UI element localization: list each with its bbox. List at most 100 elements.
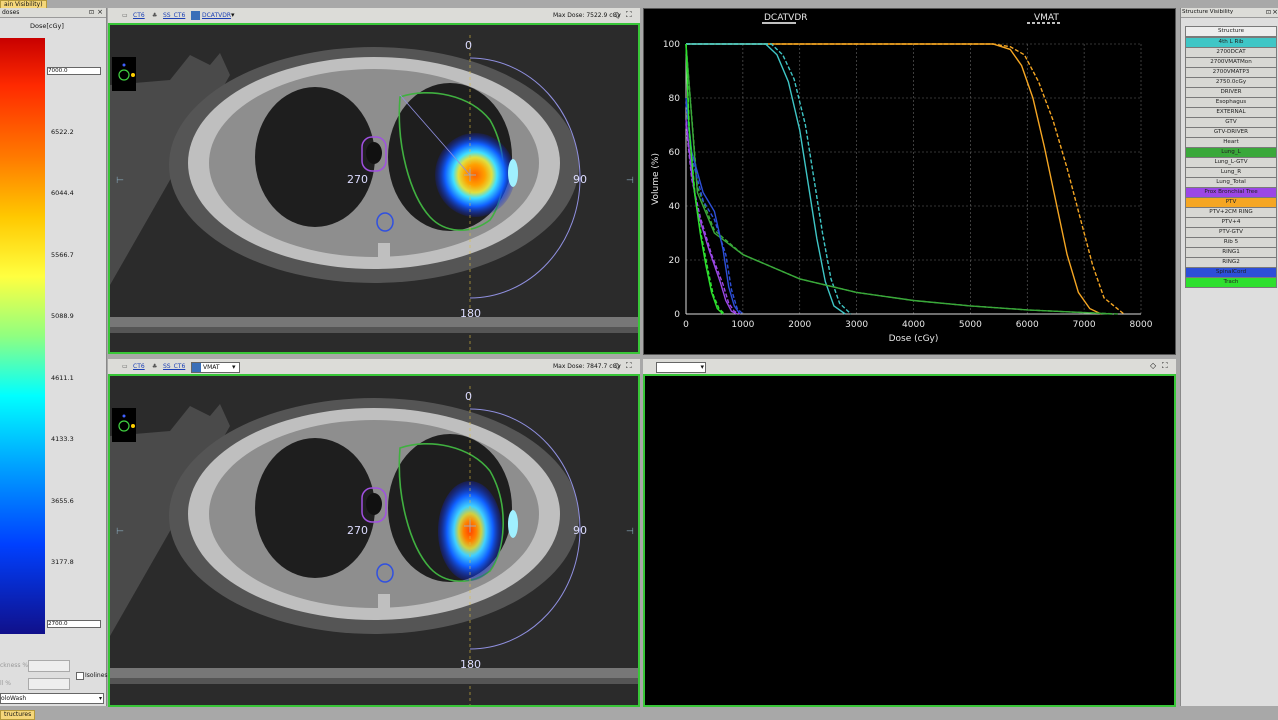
isolines-checkbox[interactable] <box>76 672 84 680</box>
tab-ct6[interactable]: CT6 <box>133 363 145 370</box>
structure-item[interactable]: GTV-DRIVER <box>1185 128 1277 138</box>
structure-item[interactable]: 2700VMATMon <box>1185 58 1277 68</box>
x-tick-label: 1000 <box>731 320 754 330</box>
dose-icon <box>192 363 201 372</box>
svg-text:⊣: ⊣ <box>626 527 634 537</box>
legend-label: VMAT <box>1034 13 1059 23</box>
structure-item[interactable]: SpinalCord <box>1185 268 1277 278</box>
x-tick-label: 5000 <box>959 320 982 330</box>
colorwash-value: oloWash <box>1 695 27 702</box>
dvh-panel[interactable]: 0 1000 2000 3000 4000 5000 6000 7000 8000 0 20 40 60… <box>643 8 1176 355</box>
structure-panel-title: Structure Visibility <box>1182 9 1234 15</box>
tab-ss-ct6[interactable]: SS_CT6 <box>163 12 185 19</box>
fill-input[interactable] <box>28 678 70 690</box>
structure-item[interactable]: 2750.0cGy <box>1185 78 1277 88</box>
structure-item[interactable]: Lung_R <box>1185 168 1277 178</box>
isolines-label: Isolines <box>85 672 108 679</box>
diamond-icon[interactable]: ◇ <box>614 10 620 19</box>
structure-list-header: Structure <box>1185 26 1277 37</box>
structure-item[interactable]: RING1 <box>1185 248 1277 258</box>
structure-icon: ♣ <box>152 363 158 370</box>
dose-tick: 5566.7 <box>51 251 74 259</box>
chevron-down-icon[interactable]: ▾ <box>700 363 704 371</box>
close-icon[interactable]: × <box>1272 8 1278 17</box>
thickness-input[interactable] <box>28 660 70 672</box>
max-dose-field[interactable]: 7000.0 <box>47 67 101 75</box>
y-tick-label: 0 <box>674 310 680 320</box>
tab-ss-ct6[interactable]: SS_CT6 <box>163 363 185 370</box>
structure-list: Structure 4th L Rib 2700DCAT 2700VMATMon 27… <box>1185 26 1277 288</box>
angle-label-270: 270 <box>347 173 368 186</box>
fill-label: ll % <box>0 680 11 687</box>
pin-icon[interactable]: ⊡ <box>1266 8 1271 17</box>
structure-item[interactable]: DRIVER <box>1185 88 1277 98</box>
empty-view[interactable] <box>643 374 1176 707</box>
structure-item[interactable]: Heart <box>1185 138 1277 148</box>
x-tick-label: 0 <box>683 320 689 330</box>
panel-tab-structures[interactable]: tructures <box>0 710 36 720</box>
dvh-curve <box>685 43 1119 315</box>
structure-item[interactable]: Lung_Total <box>1185 178 1277 188</box>
maximize-icon[interactable]: ⛶ <box>626 10 632 20</box>
ct-image-bottom: 0 270 90 180 ⊢ ⊣ <box>110 376 638 705</box>
pin-icon[interactable]: ⊡ <box>89 8 94 17</box>
x-tick-label: 7000 <box>1073 320 1096 330</box>
x-tick-label: 2000 <box>788 320 811 330</box>
chevron-down-icon[interactable]: ▾ <box>231 11 235 19</box>
dvh-curve <box>686 43 852 315</box>
structure-item[interactable]: PTV <box>1185 198 1277 208</box>
dose-color-scale <box>0 38 45 634</box>
close-icon[interactable]: × <box>97 8 103 17</box>
structure-item[interactable]: Lung_L <box>1185 148 1277 158</box>
image-icon: ▭ <box>122 363 128 370</box>
chevron-down-icon[interactable]: ▾ <box>232 363 236 371</box>
plan-select-value: VMAT <box>203 364 220 371</box>
structure-item[interactable]: Rib 5 <box>1185 238 1277 248</box>
ct-view-bottom[interactable]: 0 270 90 180 ⊢ ⊣ <box>108 374 640 707</box>
maximize-icon[interactable]: ⛶ <box>1162 361 1168 371</box>
x-tick-label: 8000 <box>1130 320 1153 330</box>
diamond-icon[interactable]: ◇ <box>614 361 620 370</box>
structure-item[interactable]: Lung_L-GTV <box>1185 158 1277 168</box>
plan-select[interactable]: VMAT ▾ <box>191 362 240 373</box>
plan-select-empty[interactable]: ▾ <box>656 362 706 373</box>
angle-label-0: 0 <box>465 39 472 52</box>
dose-tick: 4133.3 <box>51 435 74 443</box>
image-icon: ▭ <box>122 12 128 19</box>
x-axis-label: Dose (cGy) <box>889 334 939 344</box>
angle-label-90: 90 <box>573 173 587 186</box>
dvh-curve <box>685 43 1113 315</box>
dvh-curve <box>685 103 744 315</box>
structure-item[interactable]: RING2 <box>1185 258 1277 268</box>
plan-select[interactable]: DCATVDR ▾ <box>191 11 238 20</box>
structure-item[interactable]: Prox Bronchial Tree <box>1185 188 1277 198</box>
tab-ct6[interactable]: CT6 <box>133 12 145 19</box>
dvh-curve <box>686 43 1125 315</box>
structure-item[interactable]: PTV+2CM RING <box>1185 208 1277 218</box>
structure-item[interactable]: EXTERNAL <box>1185 108 1277 118</box>
ct-image-top: 0 270 90 180 ⊢ ⊣ <box>110 25 638 352</box>
chevron-down-icon[interactable]: ▾ <box>99 694 102 703</box>
colorwash-select[interactable]: oloWash ▾ <box>0 693 104 704</box>
structure-item[interactable]: GTV <box>1185 118 1277 128</box>
dvh-curve <box>686 43 846 315</box>
ct-view-top[interactable]: 0 270 90 180 ⊢ ⊣ <box>108 23 640 354</box>
structure-item[interactable]: 2700VMATP3 <box>1185 68 1277 78</box>
structure-item[interactable]: 2700DCAT <box>1185 48 1277 58</box>
structure-item[interactable]: PTV+4 <box>1185 218 1277 228</box>
x-tick-label: 6000 <box>1016 320 1039 330</box>
structure-item[interactable]: PTV-GTV <box>1185 228 1277 238</box>
x-tick-label: 3000 <box>845 320 868 330</box>
dose-panel-title: doses <box>2 9 20 16</box>
angle-label-270: 270 <box>347 524 368 537</box>
diamond-icon[interactable]: ◇ <box>1150 361 1156 370</box>
min-dose-field[interactable]: 2700.0 <box>47 620 101 628</box>
dose-unit-label: Dose[cGy] <box>30 22 64 30</box>
maximize-icon[interactable]: ⛶ <box>626 361 632 371</box>
structure-item[interactable]: Esophagus <box>1185 98 1277 108</box>
structure-panel: Structure Visibility ⊡ × Structure 4th L… <box>1180 8 1278 706</box>
structure-item[interactable]: Trach <box>1185 278 1277 288</box>
angle-label-0: 0 <box>465 390 472 403</box>
structure-item[interactable]: 4th L Rib <box>1185 37 1277 48</box>
svg-text:⊢: ⊢ <box>116 176 124 186</box>
